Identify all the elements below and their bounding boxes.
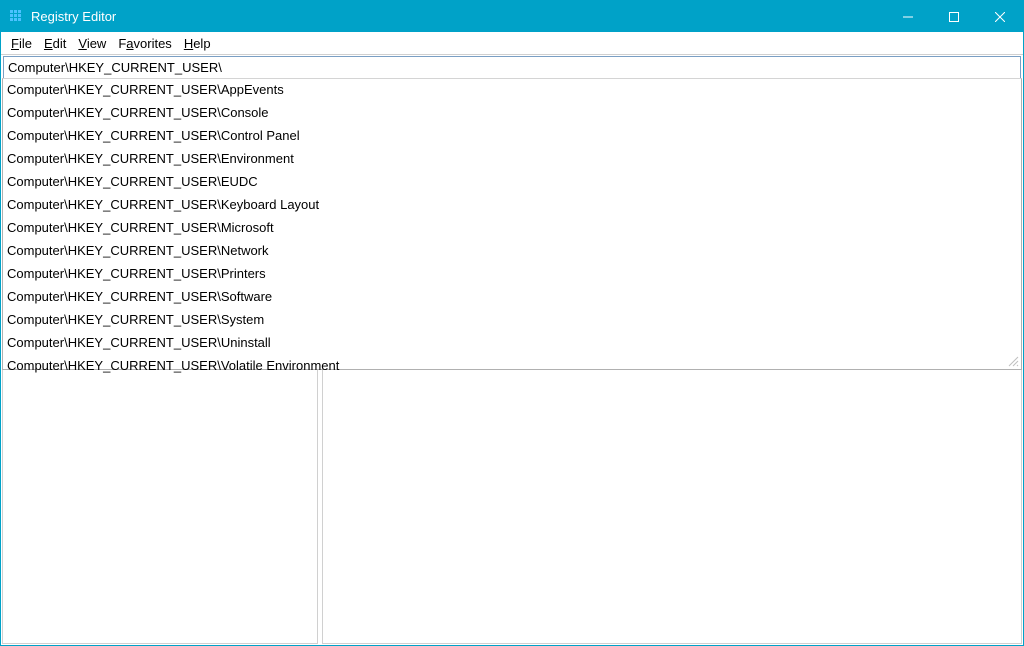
address-bar[interactable] [3, 56, 1021, 79]
suggestion-item[interactable]: Computer\HKEY_CURRENT_USER\Keyboard Layo… [3, 194, 1021, 217]
app-icon [9, 9, 25, 25]
suggestion-item[interactable]: Computer\HKEY_CURRENT_USER\Network [3, 240, 1021, 263]
menu-file[interactable]: File [5, 34, 38, 53]
close-button[interactable] [977, 1, 1023, 32]
suggestion-item[interactable]: Computer\HKEY_CURRENT_USER\Printers [3, 263, 1021, 286]
suggestion-item[interactable]: Computer\HKEY_CURRENT_USER\Environment [3, 148, 1021, 171]
suggestion-item[interactable]: Computer\HKEY_CURRENT_USER\Uninstall [3, 332, 1021, 355]
address-input[interactable] [8, 60, 1016, 75]
suggestion-item[interactable]: Computer\HKEY_CURRENT_USER\EUDC [3, 171, 1021, 194]
menu-view[interactable]: View [72, 34, 112, 53]
window-title: Registry Editor [31, 9, 885, 24]
suggestion-item[interactable]: Computer\HKEY_CURRENT_USER\Console [3, 102, 1021, 125]
suggestion-item[interactable]: Computer\HKEY_CURRENT_USER\Control Panel [3, 125, 1021, 148]
maximize-button[interactable] [931, 1, 977, 32]
titlebar[interactable]: Registry Editor [1, 1, 1023, 32]
window-controls [885, 1, 1023, 32]
resize-grip-icon[interactable] [1007, 355, 1019, 367]
minimize-button[interactable] [885, 1, 931, 32]
suggestion-item[interactable]: Computer\HKEY_CURRENT_USER\Software [3, 286, 1021, 309]
menubar: FileEditViewFavoritesHelp [1, 32, 1023, 55]
menu-edit[interactable]: Edit [38, 34, 72, 53]
menu-favorites[interactable]: Favorites [112, 34, 177, 53]
suggestion-item[interactable]: Computer\HKEY_CURRENT_USER\System [3, 309, 1021, 332]
menu-help[interactable]: Help [178, 34, 217, 53]
suggestion-item[interactable]: Computer\HKEY_CURRENT_USER\Microsoft [3, 217, 1021, 240]
suggestion-item[interactable]: Computer\HKEY_CURRENT_USER\Volatile Envi… [3, 355, 1021, 378]
address-suggestions-dropdown: Computer\HKEY_CURRENT_USER\AppEventsComp… [2, 78, 1022, 370]
suggestion-item[interactable]: Computer\HKEY_CURRENT_USER\AppEvents [3, 79, 1021, 102]
